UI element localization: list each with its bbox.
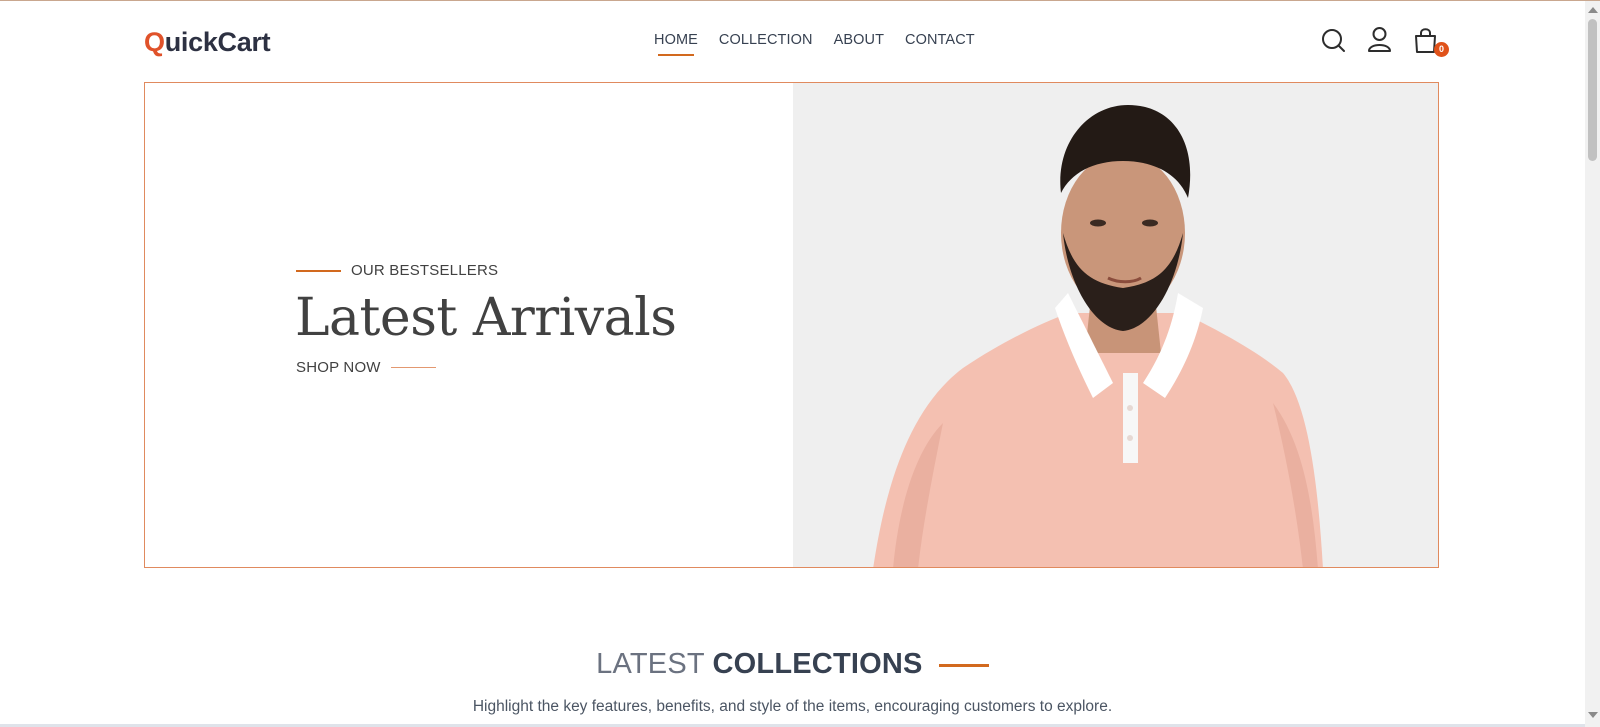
cart-count-badge: 0 [1434,42,1449,57]
cart-icon[interactable]: 0 [1412,25,1449,57]
header-icons: 0 [1320,25,1449,57]
vertical-scrollbar[interactable] [1585,1,1600,727]
nav-contact[interactable]: CONTACT [905,29,975,51]
logo[interactable]: QuickCart [144,25,271,59]
nav-about[interactable]: ABOUT [834,29,884,51]
shop-now-line [390,367,436,368]
collections-title-light: LATEST [596,648,705,680]
logo-text: uickCart [164,27,271,57]
collections-heading: LATEST COLLECTIONS [0,646,1585,682]
main-container: QuickCart HOME COLLECTION ABOUT CONTACT [0,1,1585,727]
hero-image-panel [793,83,1438,567]
scroll-up-arrow-icon[interactable] [1588,7,1598,13]
user-icon[interactable] [1366,25,1393,55]
eyebrow-line [296,269,341,272]
shop-now-link[interactable]: SHOP NOW [296,359,436,376]
hero-eyebrow: OUR BESTSELLERS [296,262,498,279]
nav-home[interactable]: HOME [654,29,698,56]
hero-banner: OUR BESTSELLERS Latest Arrivals SHOP NOW [144,82,1439,568]
scrollbar-thumb[interactable] [1588,19,1597,161]
search-icon[interactable] [1320,25,1347,55]
collections-title-line [938,663,989,667]
nav-collection[interactable]: COLLECTION [719,29,813,51]
collections-title-bold: COLLECTIONS [712,648,923,680]
main-nav: HOME COLLECTION ABOUT CONTACT [654,29,975,56]
eyebrow-text: OUR BESTSELLERS [351,262,499,279]
hero-title: Latest Arrivals [295,288,677,348]
hero-text-panel: OUR BESTSELLERS Latest Arrivals SHOP NOW [145,83,793,567]
logo-q: Q [144,27,165,57]
collections-description: Highlight the key features, benefits, an… [472,698,1113,715]
scroll-down-arrow-icon[interactable] [1588,712,1598,718]
page: QuickCart HOME COLLECTION ABOUT CONTACT [0,0,1600,727]
shop-now-label: SHOP NOW [296,359,381,376]
hero-model-image [873,105,1323,567]
